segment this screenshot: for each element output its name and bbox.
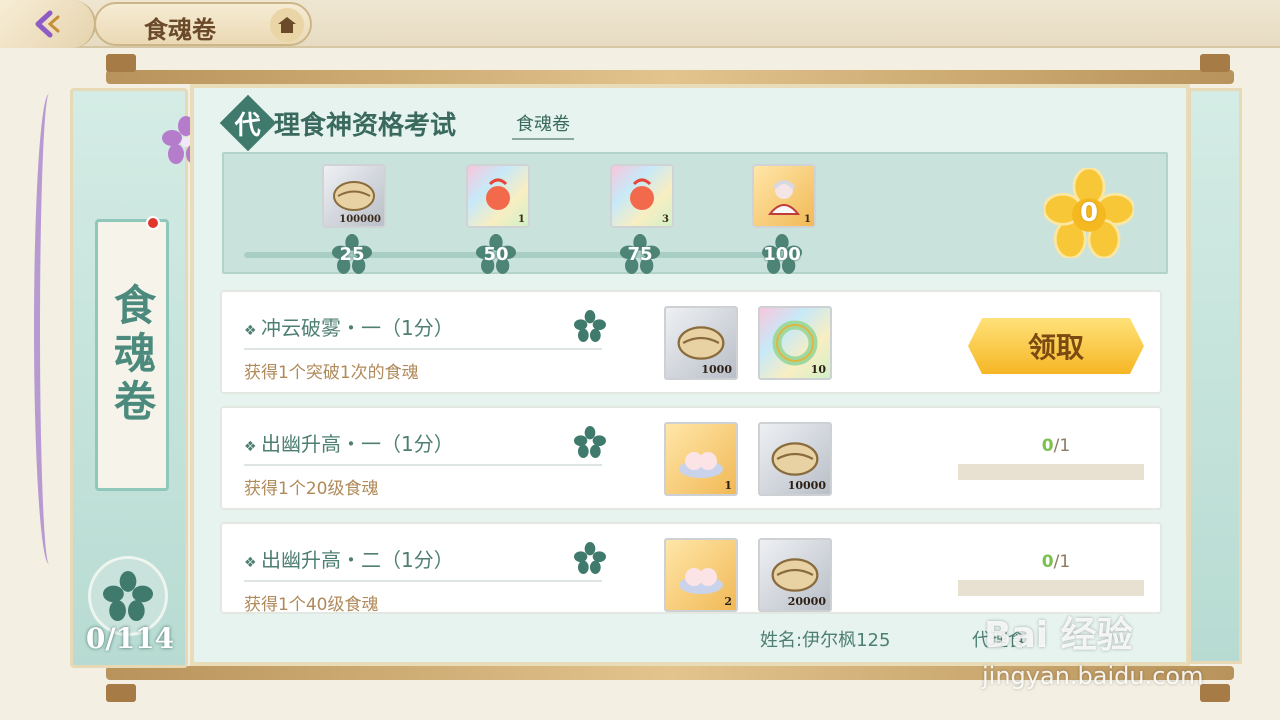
back-arrow-icon (35, 10, 60, 38)
task-row: 出幽升高・一（1分） 获得1个20级食魂 1 10000 0/1 (220, 406, 1162, 510)
reward-item[interactable]: 10 (758, 306, 832, 380)
flower-icon (574, 310, 606, 342)
reward-item[interactable]: 1000 (664, 306, 738, 380)
task-row: 冲云破雾・一（1分） 获得1个突破1次的食魂 1000 10 领取 (220, 290, 1162, 394)
task-progress-text: 0/1 (1041, 552, 1071, 572)
scroll-cap (1200, 684, 1230, 702)
milestone-marker-100: 100 (762, 234, 802, 274)
task-name: 冲云破雾・一（1分） (244, 312, 454, 341)
milestone-reward-1[interactable]: 100000 (322, 164, 386, 228)
task-desc: 获得1个20级食魂 (244, 479, 379, 499)
player-name: 姓名:伊尔枫125 (760, 630, 891, 651)
milestone-track (244, 252, 794, 258)
task-desc: 获得1个40级食魂 (244, 595, 379, 615)
scroll-cap (106, 54, 136, 72)
watermark-logo: Bai 经验 (984, 615, 1133, 656)
dumpling-coin-icon (771, 442, 819, 476)
flower-icon (574, 426, 606, 458)
exam-title: 代 理食神资格考试 (219, 94, 457, 152)
reward-item[interactable]: 10000 (758, 422, 832, 496)
milestone-reward-4[interactable]: 1 (752, 164, 816, 228)
page-title: 食魂卷 (144, 15, 216, 44)
exam-title-badge: 代 (219, 94, 277, 152)
flower-icon (574, 542, 606, 574)
dumpling-coin-icon (771, 558, 819, 592)
task-desc: 获得1个突破1次的食魂 (244, 363, 419, 383)
top-bar: 食魂卷 (0, 0, 1280, 48)
home-icon[interactable] (270, 8, 304, 42)
exam-title-text: 理食神资格考试 (274, 110, 457, 141)
flower-icon (103, 571, 153, 621)
divider (244, 348, 602, 350)
score-counter: 0/114 (85, 622, 175, 655)
page-title-pill: 食魂卷 (94, 2, 312, 46)
reward-item[interactable]: 2 (664, 538, 738, 612)
milestone-marker-75: 75 (620, 234, 660, 274)
notification-dot (146, 216, 160, 230)
task-name: 出幽升高・一（1分） (244, 428, 454, 457)
divider (244, 580, 602, 582)
bun-plate-icon (679, 568, 723, 594)
character-portrait-icon (767, 180, 801, 215)
firework-icon (486, 178, 510, 210)
watermark-url: jingyan.baidu.com (982, 662, 1204, 690)
reward-item[interactable]: 1 (664, 422, 738, 496)
task-name: 出幽升高・二（1分） (244, 544, 454, 573)
task-progress-bar (958, 580, 1144, 596)
milestone-reward-3[interactable]: 3 (610, 164, 674, 228)
milestone-reward-2[interactable]: 1 (466, 164, 530, 228)
dumpling-coin-icon (333, 181, 375, 211)
right-panel (1188, 88, 1242, 664)
scroll-cap (1200, 54, 1230, 72)
dumpling-coin-icon (677, 326, 725, 360)
task-row: 出幽升高・二（1分） 获得1个40级食魂 2 20000 0/1 (220, 522, 1162, 615)
task-progress-text: 0/1 (1041, 436, 1071, 456)
divider (244, 464, 602, 466)
ring-icon (772, 320, 818, 366)
current-points-badge: 0 (1044, 168, 1134, 258)
milestone-marker-50: 50 (476, 234, 516, 274)
back-button[interactable] (0, 0, 96, 48)
ribbon-decoration (34, 94, 64, 564)
scroll-cap (106, 684, 136, 702)
task-progress-bar (958, 464, 1144, 480)
claim-button[interactable]: 领取 (968, 318, 1144, 374)
firework-icon (630, 178, 654, 210)
reward-item[interactable]: 20000 (758, 538, 832, 612)
bun-plate-icon (679, 452, 723, 478)
scroll-rod-top (106, 70, 1234, 84)
left-tab-label: 食魂卷 (107, 283, 157, 427)
left-tab-label-box: 食魂卷 (95, 219, 169, 491)
milestone-marker-25: 25 (332, 234, 372, 274)
tab-shihunjuan[interactable]: 食魂卷 (512, 110, 574, 140)
